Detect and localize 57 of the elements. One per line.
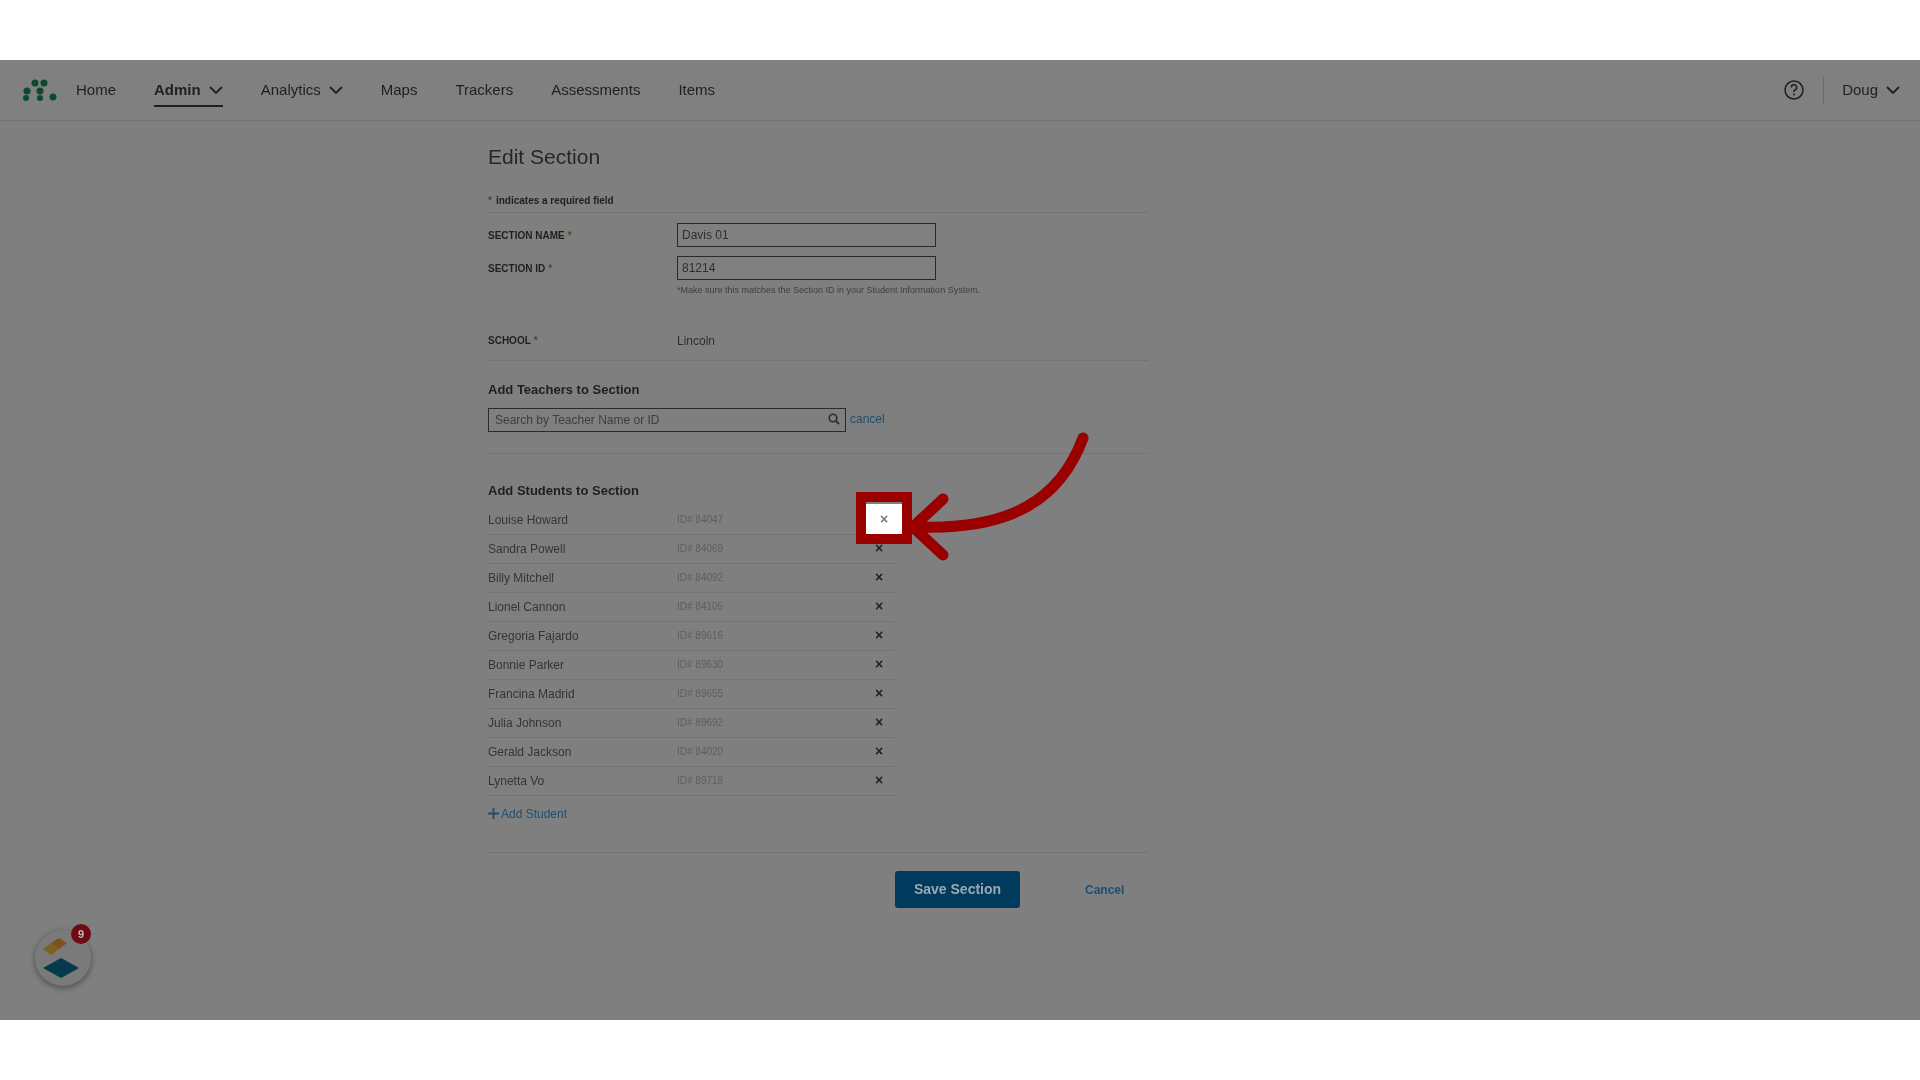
- student-name: Gerald Jackson: [488, 743, 573, 761]
- required-asterisk: *: [548, 262, 553, 276]
- section-heading: Add Students to Section: [488, 482, 640, 500]
- field-label: SECTION NAME: [488, 229, 565, 243]
- field-label: SECTION ID: [488, 262, 546, 276]
- student-name: Billy Mitchell: [488, 569, 555, 587]
- required-asterisk: *: [533, 334, 538, 348]
- chevron-down-icon: [1886, 85, 1900, 95]
- student-name: Julia Johnson: [488, 714, 563, 732]
- field-value: Lincoln: [677, 332, 716, 350]
- add-student-link[interactable]: Add Student: [488, 804, 568, 823]
- page-title: Edit Section: [488, 144, 602, 170]
- highlight-frame: [856, 491, 912, 544]
- field-label: SCHOOL: [488, 334, 531, 348]
- remove-button[interactable]: ×: [866, 682, 892, 705]
- section-heading: Add Teachers to Section: [488, 380, 641, 399]
- input-field[interactable]: Davis 01: [677, 223, 936, 247]
- remove-button[interactable]: ×: [866, 769, 892, 792]
- search-icon: [828, 413, 840, 425]
- notification-badge: 9: [71, 924, 91, 944]
- remove-button[interactable]: ×: [866, 711, 892, 734]
- cancel-link[interactable]: cancel: [850, 410, 885, 428]
- student-name: Sandra Powell: [488, 540, 567, 558]
- search-field[interactable]: Search by Teacher Name or ID: [488, 408, 846, 432]
- save-button[interactable]: Save Section: [895, 871, 1020, 908]
- nav-tab[interactable]: Items: [678, 60, 716, 120]
- user-menu[interactable]: Doug: [1842, 78, 1900, 102]
- remove-button[interactable]: ×: [866, 503, 902, 536]
- input-field[interactable]: 81214: [677, 256, 936, 280]
- nav-tab[interactable]: Assessments: [551, 60, 641, 120]
- nav-tab[interactable]: Admin: [154, 73, 223, 107]
- remove-button[interactable]: ×: [866, 624, 892, 647]
- logo-icon[interactable]: [22, 79, 58, 101]
- cancel-button[interactable]: Cancel: [1085, 880, 1125, 899]
- student-name: Louise Howard: [488, 511, 570, 529]
- launcher-button[interactable]: [35, 930, 91, 986]
- required-asterisk: *: [567, 229, 572, 243]
- student-name: Lynetta Vo: [488, 772, 546, 790]
- nav-tab[interactable]: Trackers: [455, 60, 514, 120]
- student-name: Francina Madrid: [488, 685, 576, 703]
- chevron-down-icon: [208, 85, 223, 95]
- student-name: Gregoria Fajardo: [488, 627, 580, 645]
- remove-button[interactable]: ×: [866, 740, 892, 763]
- plus-icon: [488, 808, 499, 819]
- student-name: Lionel Cannon: [488, 598, 567, 616]
- student-name: Bonnie Parker: [488, 656, 566, 674]
- required-note: indicates a required field: [495, 194, 614, 208]
- nav-tab[interactable]: Maps: [380, 60, 418, 120]
- chevron-down-icon: [328, 85, 343, 95]
- remove-button[interactable]: ×: [866, 537, 892, 560]
- help-icon[interactable]: [1783, 79, 1806, 101]
- nav-tab[interactable]: Analytics: [260, 60, 343, 120]
- required-asterisk: *: [488, 194, 492, 208]
- remove-button[interactable]: ×: [866, 566, 892, 589]
- remove-button[interactable]: ×: [866, 595, 892, 618]
- nav-tab[interactable]: Home: [76, 60, 116, 120]
- remove-button[interactable]: ×: [866, 653, 892, 676]
